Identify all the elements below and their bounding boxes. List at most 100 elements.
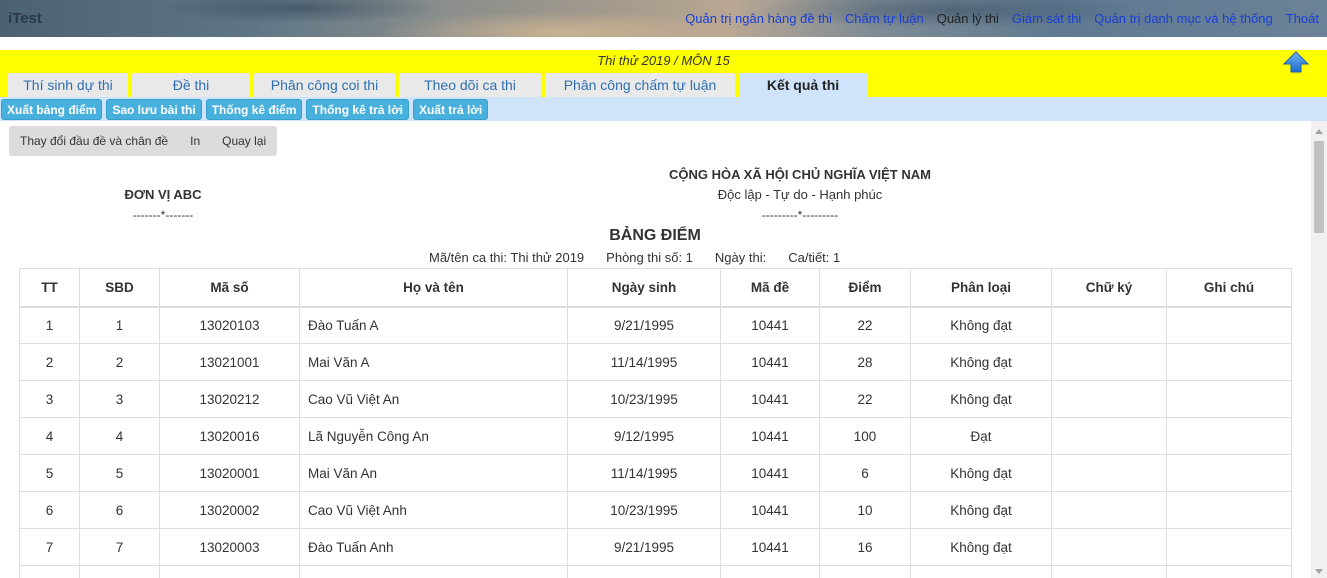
cell-classification: Không đạt bbox=[910, 306, 1052, 344]
cell-candidate-number: 4 bbox=[79, 417, 160, 455]
nav-exam-monitoring[interactable]: Giám sát thi bbox=[1012, 11, 1081, 26]
table-row: 2 2 13021001 Mai Văn A 11/14/1995 10441 28 Khôn… bbox=[19, 343, 1292, 381]
cell-full-name: Cao Vũ Việt An bbox=[299, 380, 568, 418]
table-header-row: TT SBD Mã số Họ và tên Ngày sinh Mã đề Đ… bbox=[19, 268, 1292, 308]
cell-birth-date: 11/14/1995 bbox=[567, 343, 721, 381]
exam-header: Thi thử 2019 / MÔN 15 Thí sinh dự thi Đề… bbox=[0, 50, 1327, 97]
cell-student-id: 13020003 bbox=[159, 528, 300, 566]
cell-birth-date: 10/23/1995 bbox=[567, 491, 721, 529]
cell-note bbox=[1166, 454, 1292, 492]
column-header: TT bbox=[19, 268, 80, 308]
cell-signature bbox=[1051, 565, 1167, 578]
cell-candidate-number: 7 bbox=[79, 528, 160, 566]
scroll-up-icon[interactable] bbox=[1315, 129, 1323, 134]
tab-exam-papers[interactable]: Đề thi bbox=[132, 73, 250, 97]
table-body: 1 1 13020103 Đào Tuấn A 9/21/1995 10441 22 Khôn… bbox=[19, 306, 1292, 578]
tab-essay-assignment[interactable]: Phân công chấm tự luận bbox=[545, 73, 735, 97]
cell-note bbox=[1166, 343, 1292, 381]
cell-full-name: Mai Văn A bbox=[299, 343, 568, 381]
cell-full-name: Cao Vũ Việt Anh bbox=[299, 491, 568, 529]
session-name: Mã/tên ca thi: Thi thử 2019 bbox=[429, 250, 585, 265]
cell-signature bbox=[1051, 343, 1167, 381]
exam-period: Ca/tiết: 1 bbox=[788, 250, 841, 265]
tab-proctor-assignment[interactable]: Phân công coi thi bbox=[254, 73, 395, 97]
cell-full-name: Lã Nguyễn Công An bbox=[299, 417, 568, 455]
column-header: Chữ ký bbox=[1051, 268, 1167, 308]
room-number: Phòng thi số: 1 bbox=[606, 250, 693, 265]
tab-exam-results[interactable]: Kết quả thi bbox=[739, 73, 867, 97]
app-logo: iTest bbox=[8, 10, 42, 27]
report-content: Thay đổi đầu đề và chân đề In Quay lại Đ… bbox=[0, 121, 1311, 578]
cell-classification: Không đạt bbox=[910, 343, 1052, 381]
tab-bar: Thí sinh dự thi Đề thi Phân công coi thi… bbox=[8, 73, 871, 97]
answer-stats-button[interactable]: Thống kê trả lời bbox=[306, 98, 409, 120]
cell-exam-code: 10441 bbox=[720, 343, 820, 381]
table-row: 1 1 13020103 Đào Tuấn A 9/21/1995 10441 22 Khôn… bbox=[19, 306, 1292, 344]
column-header: Phân loại bbox=[910, 268, 1052, 308]
cell-full-name: Đào Tuấn A bbox=[299, 306, 568, 344]
column-header: Mã số bbox=[159, 268, 300, 308]
cell-birth-date: 11/14/1995 bbox=[567, 454, 721, 492]
vertical-scrollbar[interactable] bbox=[1311, 121, 1327, 578]
cell-classification: Không đạt bbox=[910, 454, 1052, 492]
column-header: Mã đề bbox=[720, 268, 820, 308]
cell-student-id: 13020103 bbox=[159, 306, 300, 344]
nav-exam-management[interactable]: Quản lý thi bbox=[937, 11, 999, 26]
top-navigation: Quản trị ngân hàng đề thi Chấm tự luận Q… bbox=[685, 11, 1319, 26]
cell-full-name: Đào Tuấn Anh bbox=[299, 528, 568, 566]
cell-note bbox=[1166, 306, 1292, 344]
export-answers-button[interactable]: Xuất trả lời bbox=[412, 98, 489, 120]
tab-session-monitoring[interactable]: Theo dõi ca thi bbox=[399, 73, 541, 97]
back-button[interactable]: Quay lại bbox=[211, 126, 277, 156]
cell-candidate-number: 6 bbox=[79, 491, 160, 529]
scroll-thumb[interactable] bbox=[1314, 141, 1324, 233]
cell-exam-code: 10441 bbox=[720, 491, 820, 529]
cell-exam-code: 10441 bbox=[720, 528, 820, 566]
cell-score: 28 bbox=[819, 343, 911, 381]
top-banner: iTest Quản trị ngân hàng đề thi Chấm tự … bbox=[0, 0, 1327, 37]
cell-student-id: 13020001 bbox=[159, 454, 300, 492]
cell-student-id: 13021001 bbox=[159, 343, 300, 381]
column-header: Ghi chú bbox=[1166, 268, 1292, 308]
cell-birth-date: 10/23/1995 bbox=[567, 380, 721, 418]
cell-index: 4 bbox=[19, 417, 80, 455]
cell-note bbox=[1166, 491, 1292, 529]
score-stats-button[interactable]: Thống kê điểm bbox=[205, 98, 303, 120]
unit-separator: -------*------- bbox=[132, 208, 194, 222]
export-scores-button[interactable]: Xuất bảng điểm bbox=[1, 98, 103, 120]
cell-signature bbox=[1051, 380, 1167, 418]
table-row: 7 7 13020003 Đào Tuấn Anh 9/21/1995 10441 16 Kh… bbox=[19, 528, 1292, 566]
cell-note bbox=[1166, 565, 1292, 578]
cell-score: 10 bbox=[819, 491, 911, 529]
tab-candidates[interactable]: Thí sinh dự thi bbox=[8, 73, 128, 97]
nav-question-bank[interactable]: Quản trị ngân hàng đề thi bbox=[685, 11, 832, 26]
nav-logout[interactable]: Thoát bbox=[1286, 11, 1319, 26]
cell-signature bbox=[1051, 306, 1167, 344]
change-header-footer-button[interactable]: Thay đổi đầu đề và chân đề bbox=[9, 126, 179, 156]
cell-exam-code: 10441 bbox=[720, 306, 820, 344]
cell-birth-date: 9/12/1995 bbox=[567, 417, 721, 455]
scroll-down-icon[interactable] bbox=[1315, 569, 1323, 574]
print-button[interactable]: In bbox=[179, 126, 211, 156]
nation-heading: CỘNG HÒA XÃ HỘI CHỦ NGHĨA VIỆT NAM bbox=[669, 167, 931, 182]
nav-system-admin[interactable]: Quản trị danh mục và hệ thống bbox=[1094, 11, 1273, 26]
cell-full-name: Mai Văn An bbox=[299, 454, 568, 492]
cell-note bbox=[1166, 417, 1292, 455]
cell-classification: Không đạt bbox=[910, 380, 1052, 418]
cell-score: 22 bbox=[819, 380, 911, 418]
table-row: 6 6 13020002 Cao Vũ Việt Anh 10/23/1995 10441… bbox=[19, 491, 1292, 529]
column-header: Ngày sinh bbox=[567, 268, 721, 308]
table-row: 3 3 13020212 Cao Vũ Việt An 10/23/1995 10441 2… bbox=[19, 380, 1292, 418]
cell-score: 16 bbox=[819, 528, 911, 566]
nav-essay-grading[interactable]: Chấm tự luận bbox=[845, 11, 924, 26]
arrow-up-icon[interactable] bbox=[1283, 51, 1309, 73]
cell-candidate-number: 3 bbox=[79, 380, 160, 418]
cell-index: 2 bbox=[19, 343, 80, 381]
cell-index: 3 bbox=[19, 380, 80, 418]
cell-student-id: 13020212 bbox=[159, 380, 300, 418]
column-header: Điểm bbox=[819, 268, 911, 308]
cell-full-name bbox=[299, 565, 568, 578]
cell-score: 6 bbox=[819, 454, 911, 492]
cell-student-id bbox=[159, 565, 300, 578]
backup-papers-button[interactable]: Sao lưu bài thi bbox=[106, 98, 202, 120]
